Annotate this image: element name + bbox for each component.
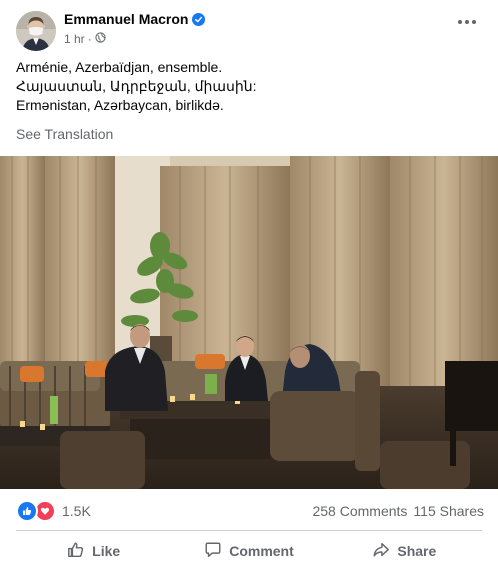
- reaction-count[interactable]: 1.5K: [62, 503, 91, 519]
- comment-label: Comment: [229, 543, 294, 559]
- post-meta: 1 hr ·: [64, 32, 106, 46]
- shares-count[interactable]: 115 Shares: [413, 503, 484, 519]
- post-timestamp[interactable]: 1 hr: [64, 32, 85, 46]
- post-text: Arménie, Azerbaïdjan, ensemble. Հայաստան…: [16, 58, 257, 115]
- share-arrow-icon: [372, 541, 390, 562]
- reaction-icons[interactable]: [16, 500, 56, 522]
- action-bar: Like Comment Share: [16, 536, 482, 566]
- avatar[interactable]: [16, 11, 56, 51]
- post-text-line: Ermənistan, Azərbaycan, birlikdə.: [16, 97, 224, 113]
- like-reaction-icon: [16, 500, 38, 522]
- see-translation-link[interactable]: See Translation: [16, 126, 113, 142]
- post-text-line: Arménie, Azerbaïdjan, ensemble.: [16, 59, 223, 75]
- facebook-post: Emmanuel Macron 1 hr · Arménie, Azerbaïd…: [0, 0, 498, 571]
- comments-count[interactable]: 258 Comments: [312, 503, 407, 519]
- more-options-icon[interactable]: [458, 20, 476, 24]
- like-button[interactable]: Like: [16, 536, 171, 566]
- like-label: Like: [92, 543, 121, 559]
- post-photo[interactable]: [0, 156, 498, 489]
- author-name[interactable]: Emmanuel Macron: [64, 11, 188, 27]
- engagement-stats: 1.5K 258 Comments 115 Shares: [16, 500, 484, 522]
- comment-icon: [204, 541, 222, 562]
- thumbs-up-icon: [67, 541, 85, 562]
- share-button[interactable]: Share: [327, 536, 482, 566]
- meta-separator: ·: [87, 32, 92, 46]
- verified-badge-icon: [192, 12, 206, 26]
- author-row: Emmanuel Macron: [64, 11, 206, 27]
- globe-icon[interactable]: [95, 32, 106, 46]
- comment-button[interactable]: Comment: [171, 536, 326, 566]
- divider: [16, 530, 482, 531]
- share-label: Share: [397, 543, 437, 559]
- post-text-line: Հայաստան, Ադրբեջան, միասին:: [16, 78, 257, 94]
- comment-share-counts: 258 Comments 115 Shares: [312, 503, 484, 519]
